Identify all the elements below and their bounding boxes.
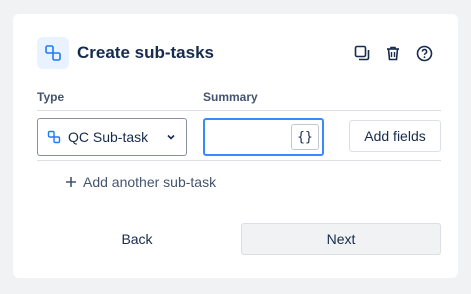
trash-icon[interactable] [383,43,403,63]
chevron-down-icon [166,132,176,142]
next-button[interactable]: Next [241,223,441,255]
type-select[interactable]: QC Sub-task [37,118,187,156]
summary-input[interactable] [211,128,287,146]
add-another-subtask-button[interactable]: Add another sub-task [65,174,216,190]
plus-icon [65,176,77,188]
copy-icon[interactable] [352,43,372,63]
add-fields-button[interactable]: Add fields [349,120,441,152]
smart-value-button[interactable]: {} [291,124,319,150]
summary-column-header: Summary [203,90,258,104]
back-button[interactable]: Back [37,223,237,255]
type-select-value: QC Sub-task [68,129,148,145]
help-icon[interactable] [414,43,434,63]
subtask-type-icon [47,130,61,144]
header-divider [37,110,441,111]
subtask-icon [37,37,69,69]
create-subtasks-dialog: Create sub-tasks Type Summary QC Sub-tas… [13,14,458,278]
dialog-title: Create sub-tasks [77,43,215,62]
row-divider [37,160,441,161]
summary-field[interactable]: {} [203,118,324,156]
add-another-label: Add another sub-task [83,174,217,190]
type-column-header: Type [37,90,65,104]
